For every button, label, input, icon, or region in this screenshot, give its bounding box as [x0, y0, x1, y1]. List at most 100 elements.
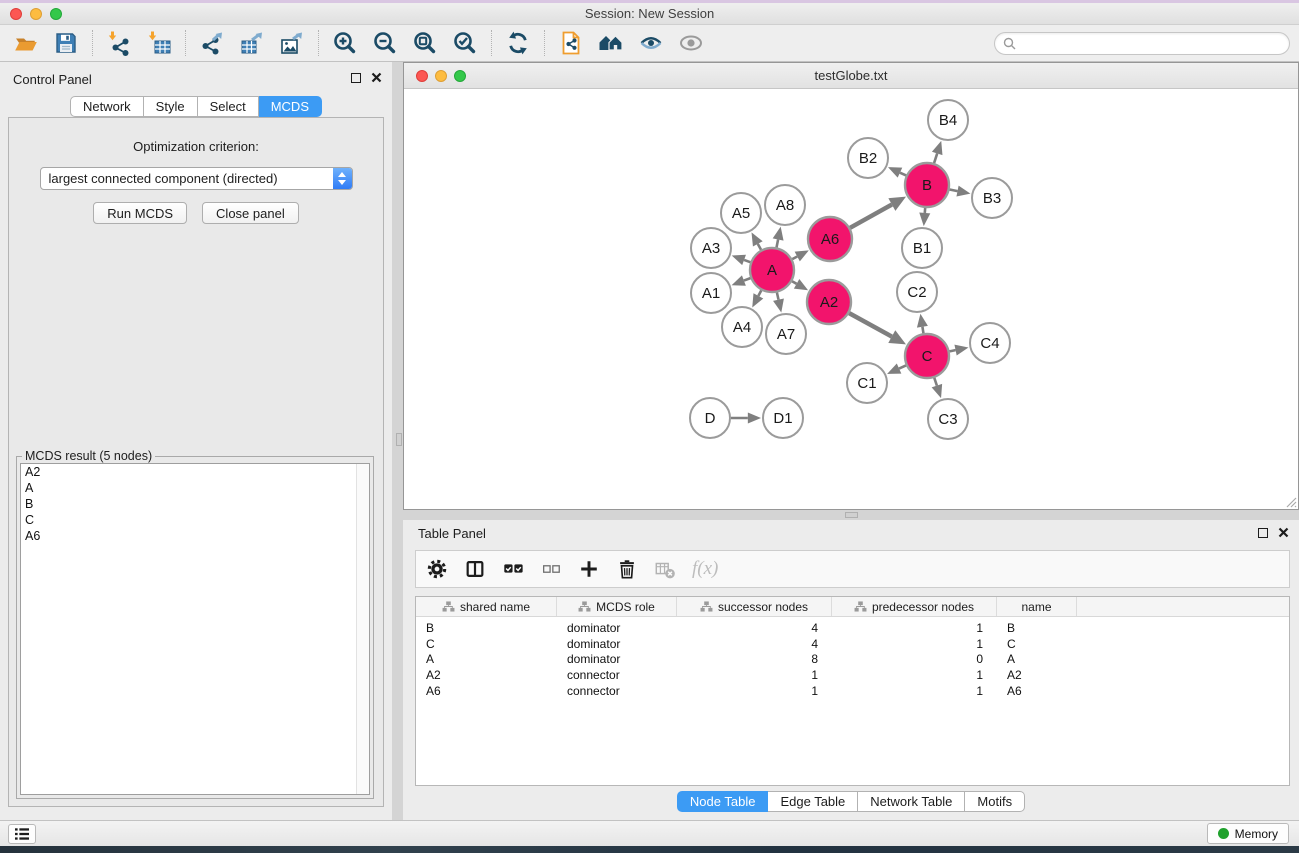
run-mcds-button[interactable]: Run MCDS [93, 202, 187, 224]
table-body: Bdominator41BCdominator41CAdominator80AA… [416, 620, 1289, 698]
graph-edge-C-C3[interactable] [934, 378, 937, 386]
graph-edge-arrowhead [932, 384, 943, 398]
network-file-button[interactable] [557, 29, 585, 57]
column-header-MCDS-role[interactable]: MCDS role [557, 597, 677, 616]
graph-edge-A-A5[interactable] [758, 244, 761, 250]
task-history-button[interactable] [8, 824, 36, 844]
toolbar-separator [491, 30, 492, 56]
close-panel-button[interactable]: Close panel [202, 202, 299, 224]
zoom-selected-button[interactable] [451, 29, 479, 57]
graph-edge-B-B3[interactable] [950, 190, 958, 192]
mcds-result-item[interactable]: B [21, 496, 369, 512]
table-cell: dominator [557, 637, 677, 651]
graph-edge-C-C4[interactable] [950, 350, 956, 351]
memory-button[interactable]: Memory [1207, 823, 1289, 844]
tab-edge-table[interactable]: Edge Table [768, 791, 858, 812]
close-table-panel-icon[interactable] [1278, 527, 1289, 538]
zoom-out-button[interactable] [371, 29, 399, 57]
delete-column-button[interactable] [616, 557, 638, 581]
column-header-successor-nodes[interactable]: successor nodes [677, 597, 832, 616]
float-table-panel-icon[interactable] [1258, 528, 1268, 538]
zoom-fit-button[interactable] [411, 29, 439, 57]
vertical-splitter-handle[interactable] [396, 433, 402, 446]
graph-edge-A2-C[interactable] [849, 313, 892, 336]
graph-edge-C-C1[interactable] [899, 365, 906, 368]
select-all-button[interactable] [502, 557, 524, 581]
show-columns-button[interactable] [464, 557, 486, 581]
zoom-in-button[interactable] [331, 29, 359, 57]
resize-gripper-icon[interactable] [1284, 495, 1297, 508]
graph-node-label: D1 [773, 410, 792, 427]
close-panel-icon[interactable] [371, 72, 382, 83]
graph-node-label: B2 [859, 150, 877, 167]
float-panel-icon[interactable] [351, 73, 361, 83]
export-network-button[interactable] [198, 29, 226, 57]
column-header-name[interactable]: name [997, 597, 1077, 616]
export-image-button[interactable] [278, 29, 306, 57]
mcds-result-item[interactable]: A6 [21, 528, 369, 544]
graph-edge-arrowhead [773, 227, 784, 241]
column-header-predecessor-nodes[interactable]: predecessor nodes [832, 597, 997, 616]
graph-edge-B-B4[interactable] [934, 153, 937, 163]
graph-edge-A-A1[interactable] [744, 278, 751, 280]
graph-edge-B-B2[interactable] [900, 173, 906, 176]
tab-network[interactable]: Network [70, 96, 144, 117]
tab-motifs[interactable]: Motifs [965, 791, 1025, 812]
graph-edge-C-C2[interactable] [922, 327, 923, 334]
horizontal-splitter-handle[interactable] [845, 512, 858, 518]
graph-node-label: D [705, 410, 716, 427]
table-row[interactable]: Bdominator41B [416, 620, 1289, 636]
graph-edge-A-A8[interactable] [777, 239, 779, 247]
deselect-all-button[interactable] [540, 557, 562, 581]
add-icon [578, 557, 600, 581]
refresh-icon [505, 30, 531, 56]
tab-style[interactable]: Style [144, 96, 198, 117]
network-canvas[interactable]: B4B2BB3A8A5A6B1A3AC2A1A2A4A7C4CC1C3DD1 [404, 89, 1298, 509]
table-row[interactable]: A2connector11A2 [416, 667, 1289, 683]
table-cell: C [416, 637, 557, 651]
function-builder-button[interactable]: f(x) [692, 557, 718, 581]
tab-select[interactable]: Select [198, 96, 259, 117]
import-network-button[interactable] [105, 29, 133, 57]
show-hide-button[interactable] [677, 29, 705, 57]
network-graph[interactable]: B4B2BB3A8A5A6B1A3AC2A1A2A4A7C4CC1C3DD1 [404, 89, 1298, 509]
import-table-button[interactable] [145, 29, 173, 57]
deselect-checkboxes-icon [540, 557, 562, 581]
table-row[interactable]: A6connector11A6 [416, 683, 1289, 699]
mcds-result-item[interactable]: C [21, 512, 369, 528]
mcds-result-item[interactable]: A2 [21, 464, 369, 480]
tab-mcds[interactable]: MCDS [259, 96, 322, 117]
graph-edge-A-A3[interactable] [744, 260, 750, 262]
graph-edge-A-A4[interactable] [758, 290, 761, 296]
table-cell: A2 [997, 668, 1077, 682]
graph-edge-A-A7[interactable] [777, 292, 779, 299]
save-session-button[interactable] [52, 29, 80, 57]
add-column-button[interactable] [578, 557, 600, 581]
vizmapper-button[interactable] [637, 29, 665, 57]
graph-edge-A-A2[interactable] [792, 281, 797, 284]
eye-icon [678, 30, 704, 56]
column-header-shared-name[interactable]: shared name [416, 597, 557, 616]
graph-edge-A6-B[interactable] [850, 205, 892, 228]
mcds-result-item[interactable]: A [21, 480, 369, 496]
delete-table-button[interactable] [654, 557, 676, 581]
home-button[interactable] [597, 29, 625, 57]
table-row[interactable]: Cdominator41C [416, 636, 1289, 652]
graph-edge-arrowhead [919, 213, 930, 227]
refresh-button[interactable] [504, 29, 532, 57]
table-settings-button[interactable] [426, 557, 448, 581]
scrollbar-track[interactable] [356, 464, 369, 794]
table-row[interactable]: Adominator80A [416, 651, 1289, 667]
open-session-button[interactable] [12, 29, 40, 57]
search-input[interactable] [1021, 36, 1281, 51]
tab-network-table[interactable]: Network Table [858, 791, 965, 812]
graph-edge-A-A6[interactable] [792, 257, 797, 260]
optimization-criterion-select[interactable]: largest connected component (directed) [40, 167, 353, 190]
table-cell: 1 [832, 637, 997, 651]
export-table-button[interactable] [238, 29, 266, 57]
tab-node-table[interactable]: Node Table [677, 791, 769, 812]
zoom-fit-icon [412, 30, 438, 56]
graph-node-label: A2 [820, 294, 838, 311]
search-icon [1003, 37, 1016, 50]
home-icon [598, 30, 624, 56]
